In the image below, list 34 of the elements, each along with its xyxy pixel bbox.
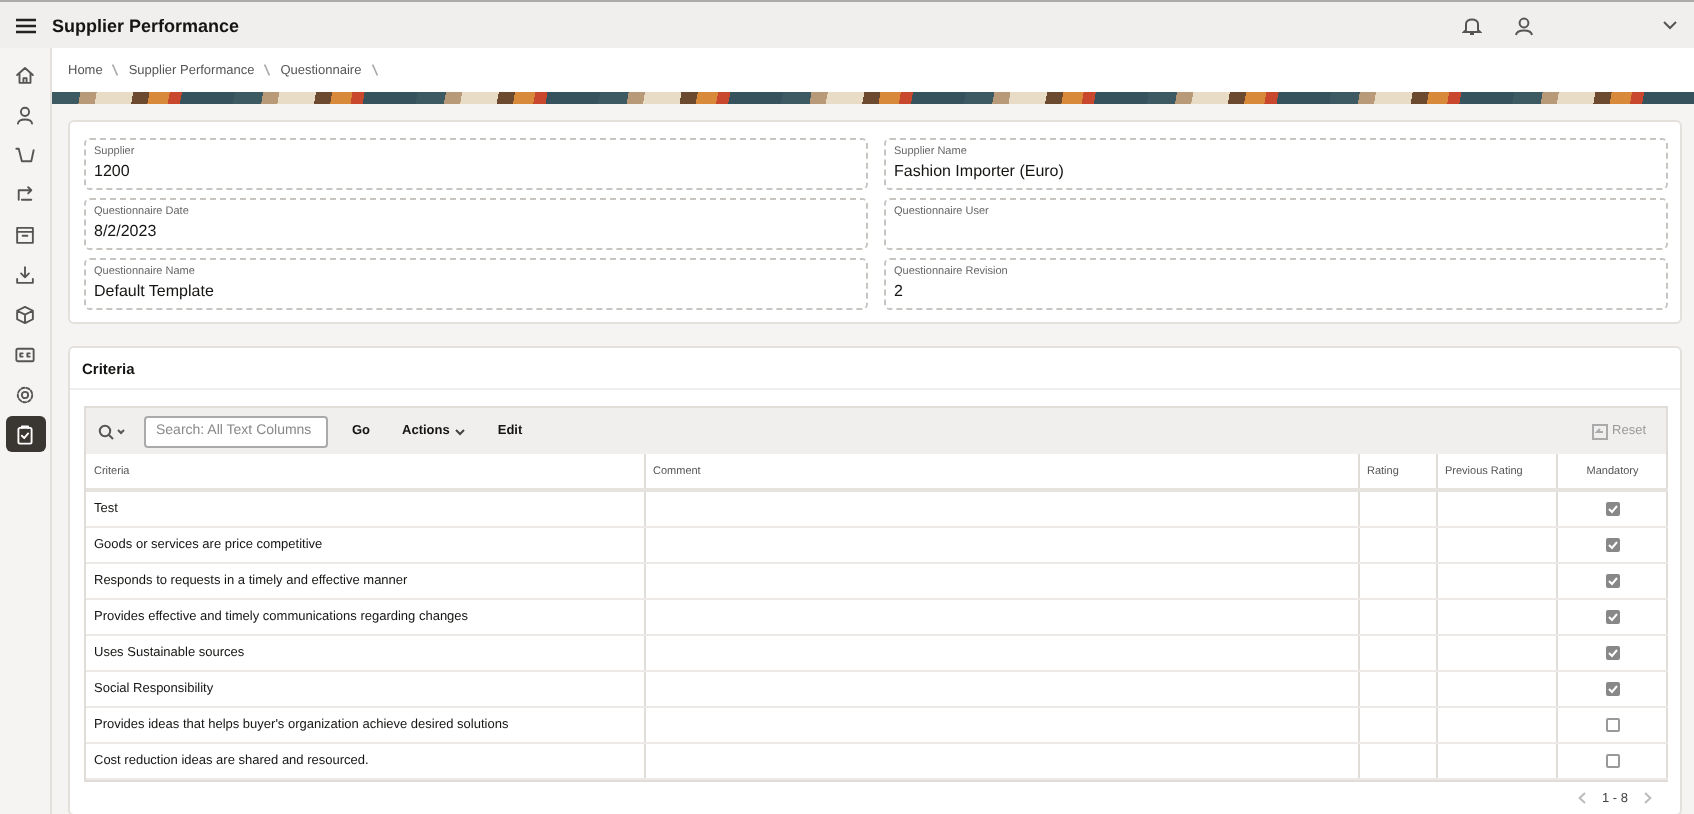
breadcrumb-separator-icon [264,64,271,76]
field-value: Default Template [94,282,216,300]
mandatory-checkbox[interactable] [1605,717,1620,732]
mandatory-checkbox[interactable] [1605,681,1620,696]
cart-icon [14,143,36,165]
user-icon[interactable] [1514,15,1534,35]
chevron-down-icon[interactable] [1662,20,1678,30]
mandatory-checkbox[interactable] [1605,645,1620,660]
repeat-icon [14,183,36,205]
mandatory-checkbox[interactable] [1605,753,1620,768]
chevron-down-icon [453,427,466,435]
mandatory-checkbox[interactable] [1605,609,1620,624]
person-icon [14,103,36,125]
mandatory-checkbox[interactable] [1605,501,1620,516]
menu-icon[interactable] [16,17,36,33]
field-value: Fashion Importer (Euro) [894,162,1066,180]
mandatory-checkbox[interactable] [1605,537,1620,552]
sidebar-item[interactable] [5,416,45,452]
home-icon [14,63,36,85]
search-icon[interactable] [98,423,128,439]
reset-icon [1592,423,1609,439]
field-value: 2 [894,282,905,300]
captions-icon [14,343,36,365]
archive-icon [14,223,36,245]
bell-icon[interactable] [1462,14,1482,36]
download-icon [14,263,36,285]
clipboard-icon [14,423,36,445]
app-title: Supplier Performance [52,15,240,35]
breadcrumb-separator-icon [371,64,378,76]
cube-icon [14,303,36,325]
field-value: 8/2/2023 [94,222,159,240]
breadcrumb-separator-icon [112,64,119,76]
field-value: 1200 [94,162,132,180]
mandatory-checkbox[interactable] [1605,573,1620,588]
